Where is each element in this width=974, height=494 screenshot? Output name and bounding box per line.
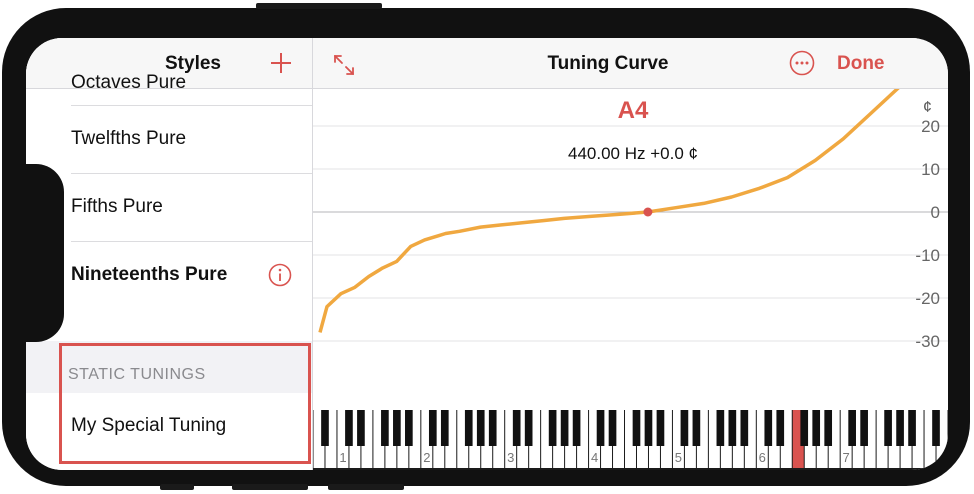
note-label: A4 xyxy=(617,97,649,124)
info-icon[interactable] xyxy=(268,263,292,287)
octave-label: 2 xyxy=(423,450,430,465)
tuning-curve-chart[interactable]: 3020100-10-20-30¢ xyxy=(313,89,948,414)
black-key[interactable] xyxy=(860,410,868,446)
black-key[interactable] xyxy=(428,410,437,446)
black-key[interactable] xyxy=(548,410,557,446)
black-key[interactable] xyxy=(572,410,581,446)
done-button[interactable]: Done xyxy=(837,53,885,75)
black-key[interactable] xyxy=(812,410,821,446)
black-key[interactable] xyxy=(488,410,497,446)
black-key[interactable] xyxy=(800,410,809,446)
black-key[interactable] xyxy=(728,410,737,446)
list-item-label: Octaves Pure xyxy=(71,72,187,93)
black-key[interactable] xyxy=(776,410,785,446)
black-key[interactable] xyxy=(357,410,365,446)
highlight-box xyxy=(59,343,311,464)
black-key[interactable] xyxy=(824,410,833,446)
device-frame: Styles Octaves Pure Twelfths Pure Fifths… xyxy=(2,3,970,490)
black-key[interactable] xyxy=(848,410,856,446)
black-key[interactable] xyxy=(440,410,449,446)
black-key[interactable] xyxy=(692,410,701,446)
black-key[interactable] xyxy=(381,410,389,446)
piano-keyboard[interactable]: 1 2 3 4 5 6 7 xyxy=(313,410,948,470)
black-key[interactable] xyxy=(632,410,641,446)
styles-sidebar: Styles Octaves Pure Twelfths Pure Fifths… xyxy=(26,38,313,470)
black-key[interactable] xyxy=(896,410,904,446)
y-tick-label: 0 xyxy=(931,203,940,222)
black-key[interactable] xyxy=(321,410,329,446)
list-item-selected[interactable]: Nineteenths Pure xyxy=(26,242,312,310)
black-key[interactable] xyxy=(908,410,916,446)
y-tick-label: -30 xyxy=(915,332,940,351)
black-key[interactable] xyxy=(345,410,353,446)
screen: Styles Octaves Pure Twelfths Pure Fifths… xyxy=(26,38,948,470)
selected-note-marker[interactable] xyxy=(643,207,653,217)
octave-label: 7 xyxy=(843,450,850,465)
black-key[interactable] xyxy=(560,410,569,446)
black-key[interactable] xyxy=(464,410,473,446)
frequency-readout: 440.00 Hz +0.0 ¢ xyxy=(568,144,698,163)
black-key[interactable] xyxy=(476,410,485,446)
black-key[interactable] xyxy=(596,410,605,446)
main-header: Tuning Curve Done xyxy=(313,38,948,89)
black-key[interactable] xyxy=(740,410,749,446)
octave-label: 6 xyxy=(759,450,766,465)
list-item[interactable]: Fifths Pure xyxy=(26,174,312,242)
octave-label: 5 xyxy=(675,450,682,465)
list-item-label: Nineteenths Pure xyxy=(71,264,228,285)
black-key[interactable] xyxy=(608,410,617,446)
y-tick-label: 30 xyxy=(921,89,940,93)
octave-label: 1 xyxy=(339,450,346,465)
octave-label: 3 xyxy=(507,450,514,465)
black-key[interactable] xyxy=(932,410,940,446)
black-key[interactable] xyxy=(524,410,533,446)
y-tick-label: -20 xyxy=(915,289,940,308)
black-key[interactable] xyxy=(644,410,653,446)
y-tick-label: -10 xyxy=(915,246,940,265)
bottom-button xyxy=(232,484,308,490)
black-key[interactable] xyxy=(512,410,521,446)
black-key[interactable] xyxy=(680,410,689,446)
more-icon[interactable] xyxy=(789,50,815,76)
bottom-button xyxy=(160,484,194,490)
list-item-label: Twelfths Pure xyxy=(71,128,187,149)
black-key[interactable] xyxy=(764,410,773,446)
list-item[interactable]: Octaves Pure xyxy=(26,66,312,106)
black-key[interactable] xyxy=(656,410,665,446)
octave-label: 4 xyxy=(591,450,598,465)
black-key[interactable] xyxy=(884,410,892,446)
black-key[interactable] xyxy=(393,410,401,446)
list-item[interactable]: Twelfths Pure xyxy=(26,106,312,174)
black-key[interactable] xyxy=(716,410,725,446)
tuning-curve-panel: Tuning Curve Done 3020100-10-20-30¢ A4 4… xyxy=(313,38,948,470)
notch xyxy=(26,164,64,342)
black-key[interactable] xyxy=(405,410,413,446)
list-item-label: Fifths Pure xyxy=(71,196,163,217)
bottom-button xyxy=(328,484,404,490)
top-button xyxy=(256,3,382,9)
